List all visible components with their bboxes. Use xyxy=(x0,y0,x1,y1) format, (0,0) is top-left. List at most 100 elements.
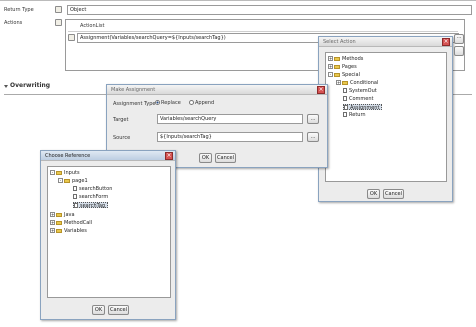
make-assignment-cancel-button[interactable]: Cancel xyxy=(215,153,236,163)
folder-icon xyxy=(56,221,62,225)
tree-item-systemout[interactable]: SystemOut xyxy=(343,88,377,94)
expand-icon[interactable]: + xyxy=(50,220,55,225)
select-action-ok-button[interactable]: OK xyxy=(367,189,380,199)
make-assignment-ok-button[interactable]: OK xyxy=(199,153,212,163)
select-action-dialog: Select Action × + Methods + Pages - Special… xyxy=(318,36,453,202)
radio-icon xyxy=(189,100,194,105)
overwriting-title: Overwriting xyxy=(10,82,51,89)
tree-label: SystemOut xyxy=(349,88,377,94)
source-browse-button[interactable]: ... xyxy=(307,132,319,142)
expand-icon[interactable]: + xyxy=(328,56,333,61)
tree-label: Java xyxy=(64,212,75,218)
folder-icon xyxy=(342,81,348,85)
document-icon xyxy=(343,96,347,101)
expand-icon[interactable]: + xyxy=(50,212,55,217)
action-row-browse-button[interactable]: ... xyxy=(454,34,464,44)
tree-item-pages[interactable]: + Pages xyxy=(328,64,357,70)
tree-item-comment[interactable]: Comment xyxy=(343,96,374,102)
tree-label: page1 xyxy=(72,178,88,184)
action-tree: + Methods + Pages - Special + Conditional Sy… xyxy=(325,52,447,182)
folder-icon xyxy=(334,73,340,77)
close-icon[interactable]: × xyxy=(317,86,325,94)
select-action-titlebar[interactable]: Select Action × xyxy=(319,37,452,47)
append-radio[interactable]: Append xyxy=(189,100,214,106)
collapse-icon[interactable]: - xyxy=(58,178,63,183)
tree-label: Special xyxy=(342,72,361,78)
select-action-cancel-button[interactable]: Cancel xyxy=(383,189,404,199)
tree-label: searchTag xyxy=(80,203,106,209)
actions-label: Actions xyxy=(4,20,23,26)
source-label: Source xyxy=(113,135,131,141)
reference-tree: - Inputs - page1 searchButton searchForm s… xyxy=(47,166,171,298)
choose-reference-ok-button[interactable]: OK xyxy=(92,305,105,315)
source-field[interactable]: ${Inputs/searchTag} xyxy=(157,132,303,142)
expand-icon[interactable]: + xyxy=(50,228,55,233)
document-icon xyxy=(73,194,77,199)
tree-label: Comment xyxy=(349,96,374,102)
tree-item-return[interactable]: Return xyxy=(343,112,366,118)
tree-item-java[interactable]: + Java xyxy=(50,212,75,218)
action-list-header: ActionList xyxy=(68,23,458,32)
expand-icon[interactable]: + xyxy=(336,80,341,85)
replace-radio[interactable]: Replace xyxy=(155,100,181,106)
tree-label: Return xyxy=(349,112,366,118)
target-field[interactable]: Variables/searchQuery xyxy=(157,114,303,124)
choose-reference-titlebar[interactable]: Choose Reference × xyxy=(41,151,175,161)
tree-label: searchForm xyxy=(79,194,109,200)
collapse-icon[interactable]: - xyxy=(50,170,55,175)
make-assignment-titlebar[interactable]: Make Assignment × xyxy=(107,85,327,95)
close-icon[interactable]: × xyxy=(165,152,173,160)
replace-label: Replace xyxy=(161,100,181,106)
close-icon[interactable]: × xyxy=(442,38,450,46)
tree-label: searchButton xyxy=(79,186,113,192)
select-action-title: Select Action xyxy=(323,39,356,45)
assignment-type-label: Assignment Type xyxy=(113,101,156,107)
folder-icon xyxy=(64,179,70,183)
tree-item-conditional[interactable]: + Conditional xyxy=(336,80,378,86)
radio-selected-icon xyxy=(155,100,160,105)
tree-item-methods[interactable]: + Methods xyxy=(328,56,363,62)
folder-icon xyxy=(334,65,340,69)
tree-label: Variables xyxy=(64,228,87,234)
tree-item-methodcall[interactable]: + MethodCall xyxy=(50,220,92,226)
actions-icon xyxy=(55,19,62,26)
tree-label: Pages xyxy=(342,64,357,70)
top-divider xyxy=(0,0,476,1)
tree-label: Assignment xyxy=(350,105,380,111)
target-browse-button[interactable]: ... xyxy=(307,114,319,124)
tree-label: Methods xyxy=(342,56,364,62)
tree-item-variables[interactable]: + Variables xyxy=(50,228,87,234)
append-label: Append xyxy=(195,100,215,106)
folder-icon xyxy=(56,229,62,233)
expand-icon[interactable]: + xyxy=(328,64,333,69)
document-icon xyxy=(343,88,347,93)
return-type-field[interactable]: Object xyxy=(67,5,472,15)
tree-label: Conditional xyxy=(350,80,379,86)
action-list-extra-button[interactable] xyxy=(454,46,464,56)
choose-reference-dialog: Choose Reference × - Inputs - page1 search… xyxy=(40,150,176,320)
return-type-icon xyxy=(55,6,62,13)
return-type-label: Return Type xyxy=(4,7,34,13)
tree-item-assignment[interactable]: Assignment xyxy=(343,104,383,111)
tree-label: MethodCall xyxy=(64,220,93,226)
document-icon xyxy=(74,203,78,208)
collapse-icon[interactable]: - xyxy=(328,72,333,77)
folder-icon xyxy=(56,171,62,175)
action-list-header-label: ActionList xyxy=(80,23,105,29)
choose-reference-cancel-button[interactable]: Cancel xyxy=(108,305,129,315)
tree-item-inputs[interactable]: - Inputs xyxy=(50,170,80,176)
action-row-icon xyxy=(68,34,75,41)
folder-icon xyxy=(334,57,340,61)
tree-item-page1[interactable]: - page1 xyxy=(58,178,88,184)
tree-item-special[interactable]: - Special xyxy=(328,72,360,78)
tree-item-searchtag[interactable]: searchTag xyxy=(73,202,109,209)
document-icon xyxy=(73,186,77,191)
document-icon xyxy=(343,112,347,117)
document-icon xyxy=(344,105,348,110)
tree-item-searchform[interactable]: searchForm xyxy=(73,194,108,200)
tree-item-searchbutton[interactable]: searchButton xyxy=(73,186,112,192)
choose-reference-title: Choose Reference xyxy=(45,153,91,159)
tree-label: Inputs xyxy=(64,170,80,176)
folder-icon xyxy=(56,213,62,217)
target-label: Target xyxy=(113,117,129,123)
